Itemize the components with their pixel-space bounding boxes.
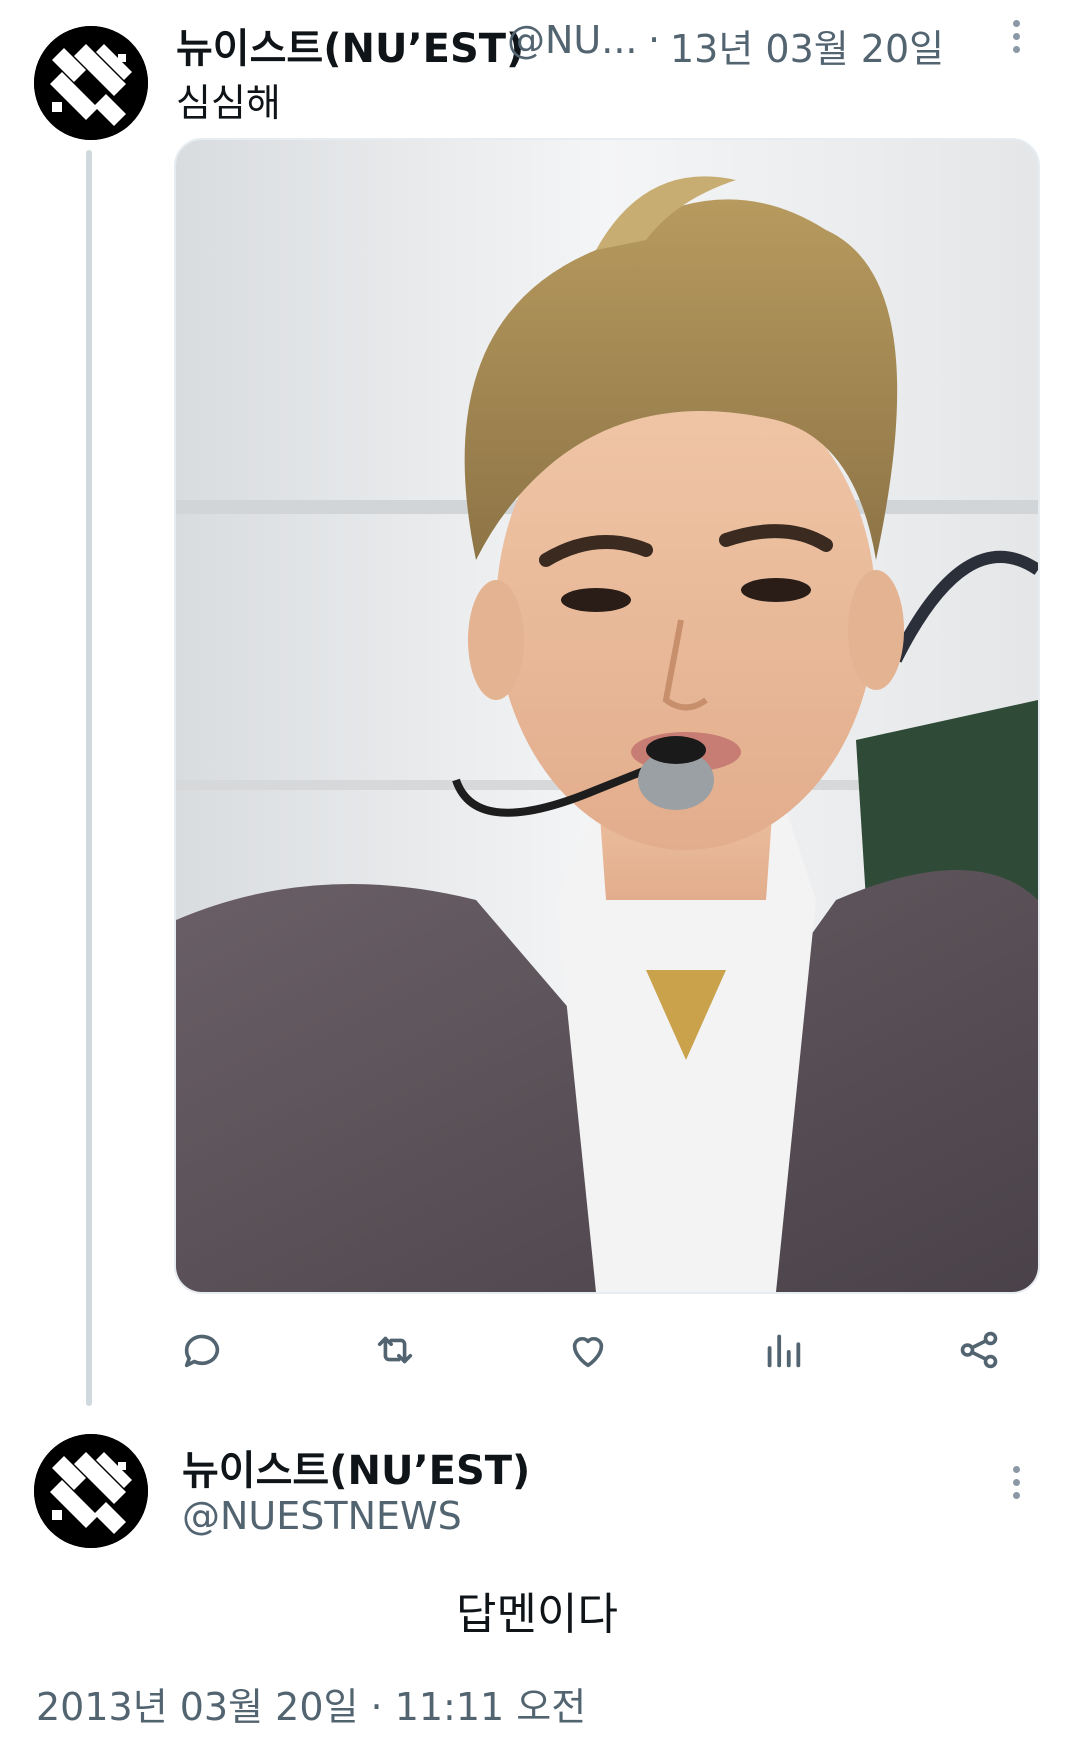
share-icon[interactable] xyxy=(956,1327,1002,1373)
tweet-text: 심심해 xyxy=(176,81,281,125)
more-options-icon[interactable] xyxy=(1001,1466,1031,1505)
separator: · xyxy=(648,18,661,62)
user-handle[interactable]: @NU... xyxy=(507,18,637,62)
views-icon[interactable] xyxy=(760,1327,806,1373)
retweet-icon[interactable] xyxy=(372,1327,418,1373)
display-name[interactable]: 뉴이스트(NU’EST) xyxy=(182,1438,530,1496)
tweet-text: 답멘이다 xyxy=(456,1589,618,1640)
avatar[interactable] xyxy=(34,26,148,140)
nuest-logo-icon xyxy=(34,26,148,140)
display-name[interactable]: 뉴이스트(NU’EST) xyxy=(176,16,524,74)
more-options-icon[interactable] xyxy=(1001,20,1031,59)
selfie-photo xyxy=(176,140,1038,1292)
tweet-timestamp[interactable]: 2013년 03월 20일 · 11:11 오전 xyxy=(36,1676,586,1731)
tweet-date[interactable]: 13년 03월 20일 xyxy=(670,18,944,73)
thread-line xyxy=(86,150,92,1406)
avatar[interactable] xyxy=(34,1434,148,1548)
user-handle[interactable]: @NUESTNEWS xyxy=(182,1494,462,1538)
nuest-logo-icon xyxy=(34,1434,148,1548)
tweet-image[interactable] xyxy=(174,138,1040,1294)
like-icon[interactable] xyxy=(565,1327,611,1373)
reply-icon[interactable] xyxy=(179,1327,225,1373)
